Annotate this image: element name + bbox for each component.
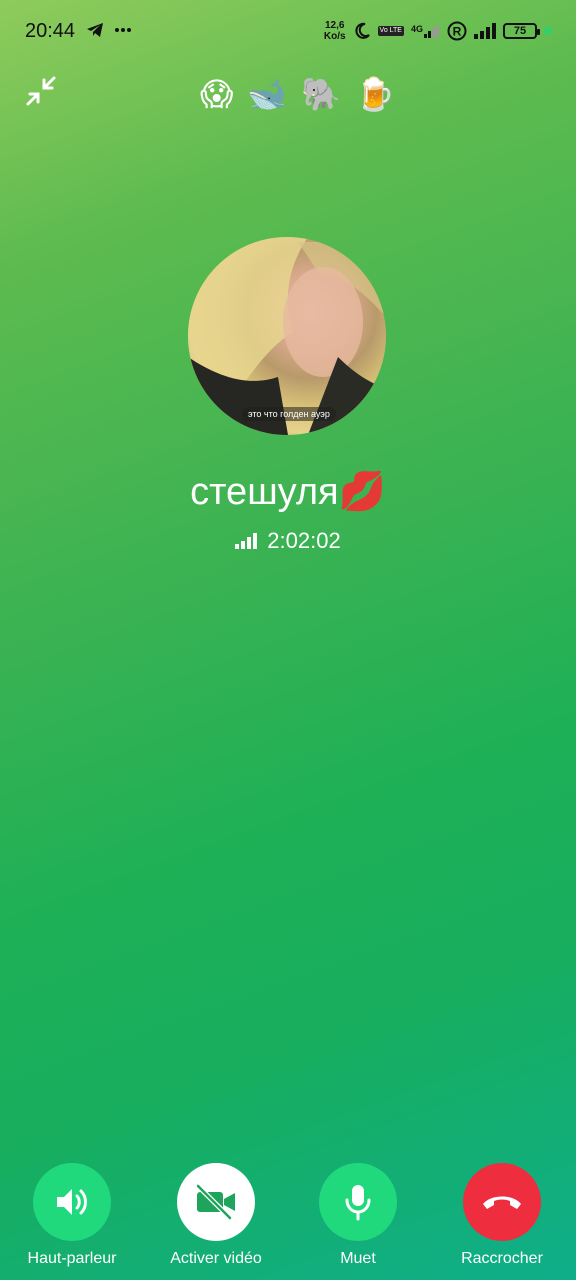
microphone-icon [345,1185,371,1221]
video-button[interactable] [177,1163,255,1241]
call-duration: 2:02:02 [267,528,341,553]
speaker-icon [57,1189,87,1215]
network-speed-unit: Ko/s [323,31,346,42]
emoji-key-3: 🐘 [301,76,342,112]
status-time: 20:44 [25,20,76,42]
status-bar: 20:44 12,6 Ko/s Vo LTE 4G R 75 [0,0,576,64]
avatar-caption: это что голден ауэр [242,407,336,421]
moon-icon [354,22,370,39]
emoji-key-1: 😱 [200,76,234,112]
video-off-icon [195,1184,235,1220]
cell-signal-1: 4G [411,24,440,38]
battery-icon: 75 [503,23,540,39]
volte-badge: Vo LTE [377,26,404,36]
signal-bars-icon [474,23,496,39]
speaker-control: Haut-parleur [2,1163,142,1268]
privacy-indicator-dot [544,27,552,35]
mute-button[interactable] [319,1163,397,1241]
hang-up-icon [483,1196,521,1209]
mute-control: Muet [288,1163,428,1268]
encryption-emoji-key[interactable]: 😱 🐋 🐘 🍺 [200,74,395,114]
contact-name: стешуля💋 [190,471,386,513]
roaming-label: R [453,25,462,39]
battery-level: 75 [513,25,527,37]
network-speed: 12,6 Ko/s [324,20,346,42]
contact-avatar: это что голден ауэр [188,237,386,435]
hang-up-button[interactable] [463,1163,541,1241]
speaker-button[interactable] [33,1163,111,1241]
roaming-icon: R [447,21,467,41]
signal-bars-icon [424,25,439,38]
status-system-icons: 12,6 Ko/s Vo LTE 4G R 75 [324,20,552,42]
hang-up-control: Raccrocher [432,1163,572,1268]
telegram-icon [87,23,103,37]
speaker-label: Haut-parleur [27,1250,117,1267]
call-status: 2:02:02 [0,528,576,554]
emoji-key-4: 🍺 [355,76,395,112]
avatar-photo [188,237,386,435]
minimize-arrows-icon [26,76,56,106]
hang-up-label: Raccrocher [461,1250,543,1267]
video-label: Activer vidéo [170,1250,262,1267]
status-notification-icons [86,22,132,38]
mute-label: Muet [340,1250,376,1267]
minimize-call-button[interactable] [24,74,58,108]
video-control: Activer vidéo [146,1163,286,1268]
network-speed-value: 12,6 [324,20,345,31]
more-dots-icon [115,28,131,32]
connection-quality-icon [235,533,258,549]
emoji-key-2: 🐋 [247,76,288,112]
network-type-label: 4G [410,24,423,34]
